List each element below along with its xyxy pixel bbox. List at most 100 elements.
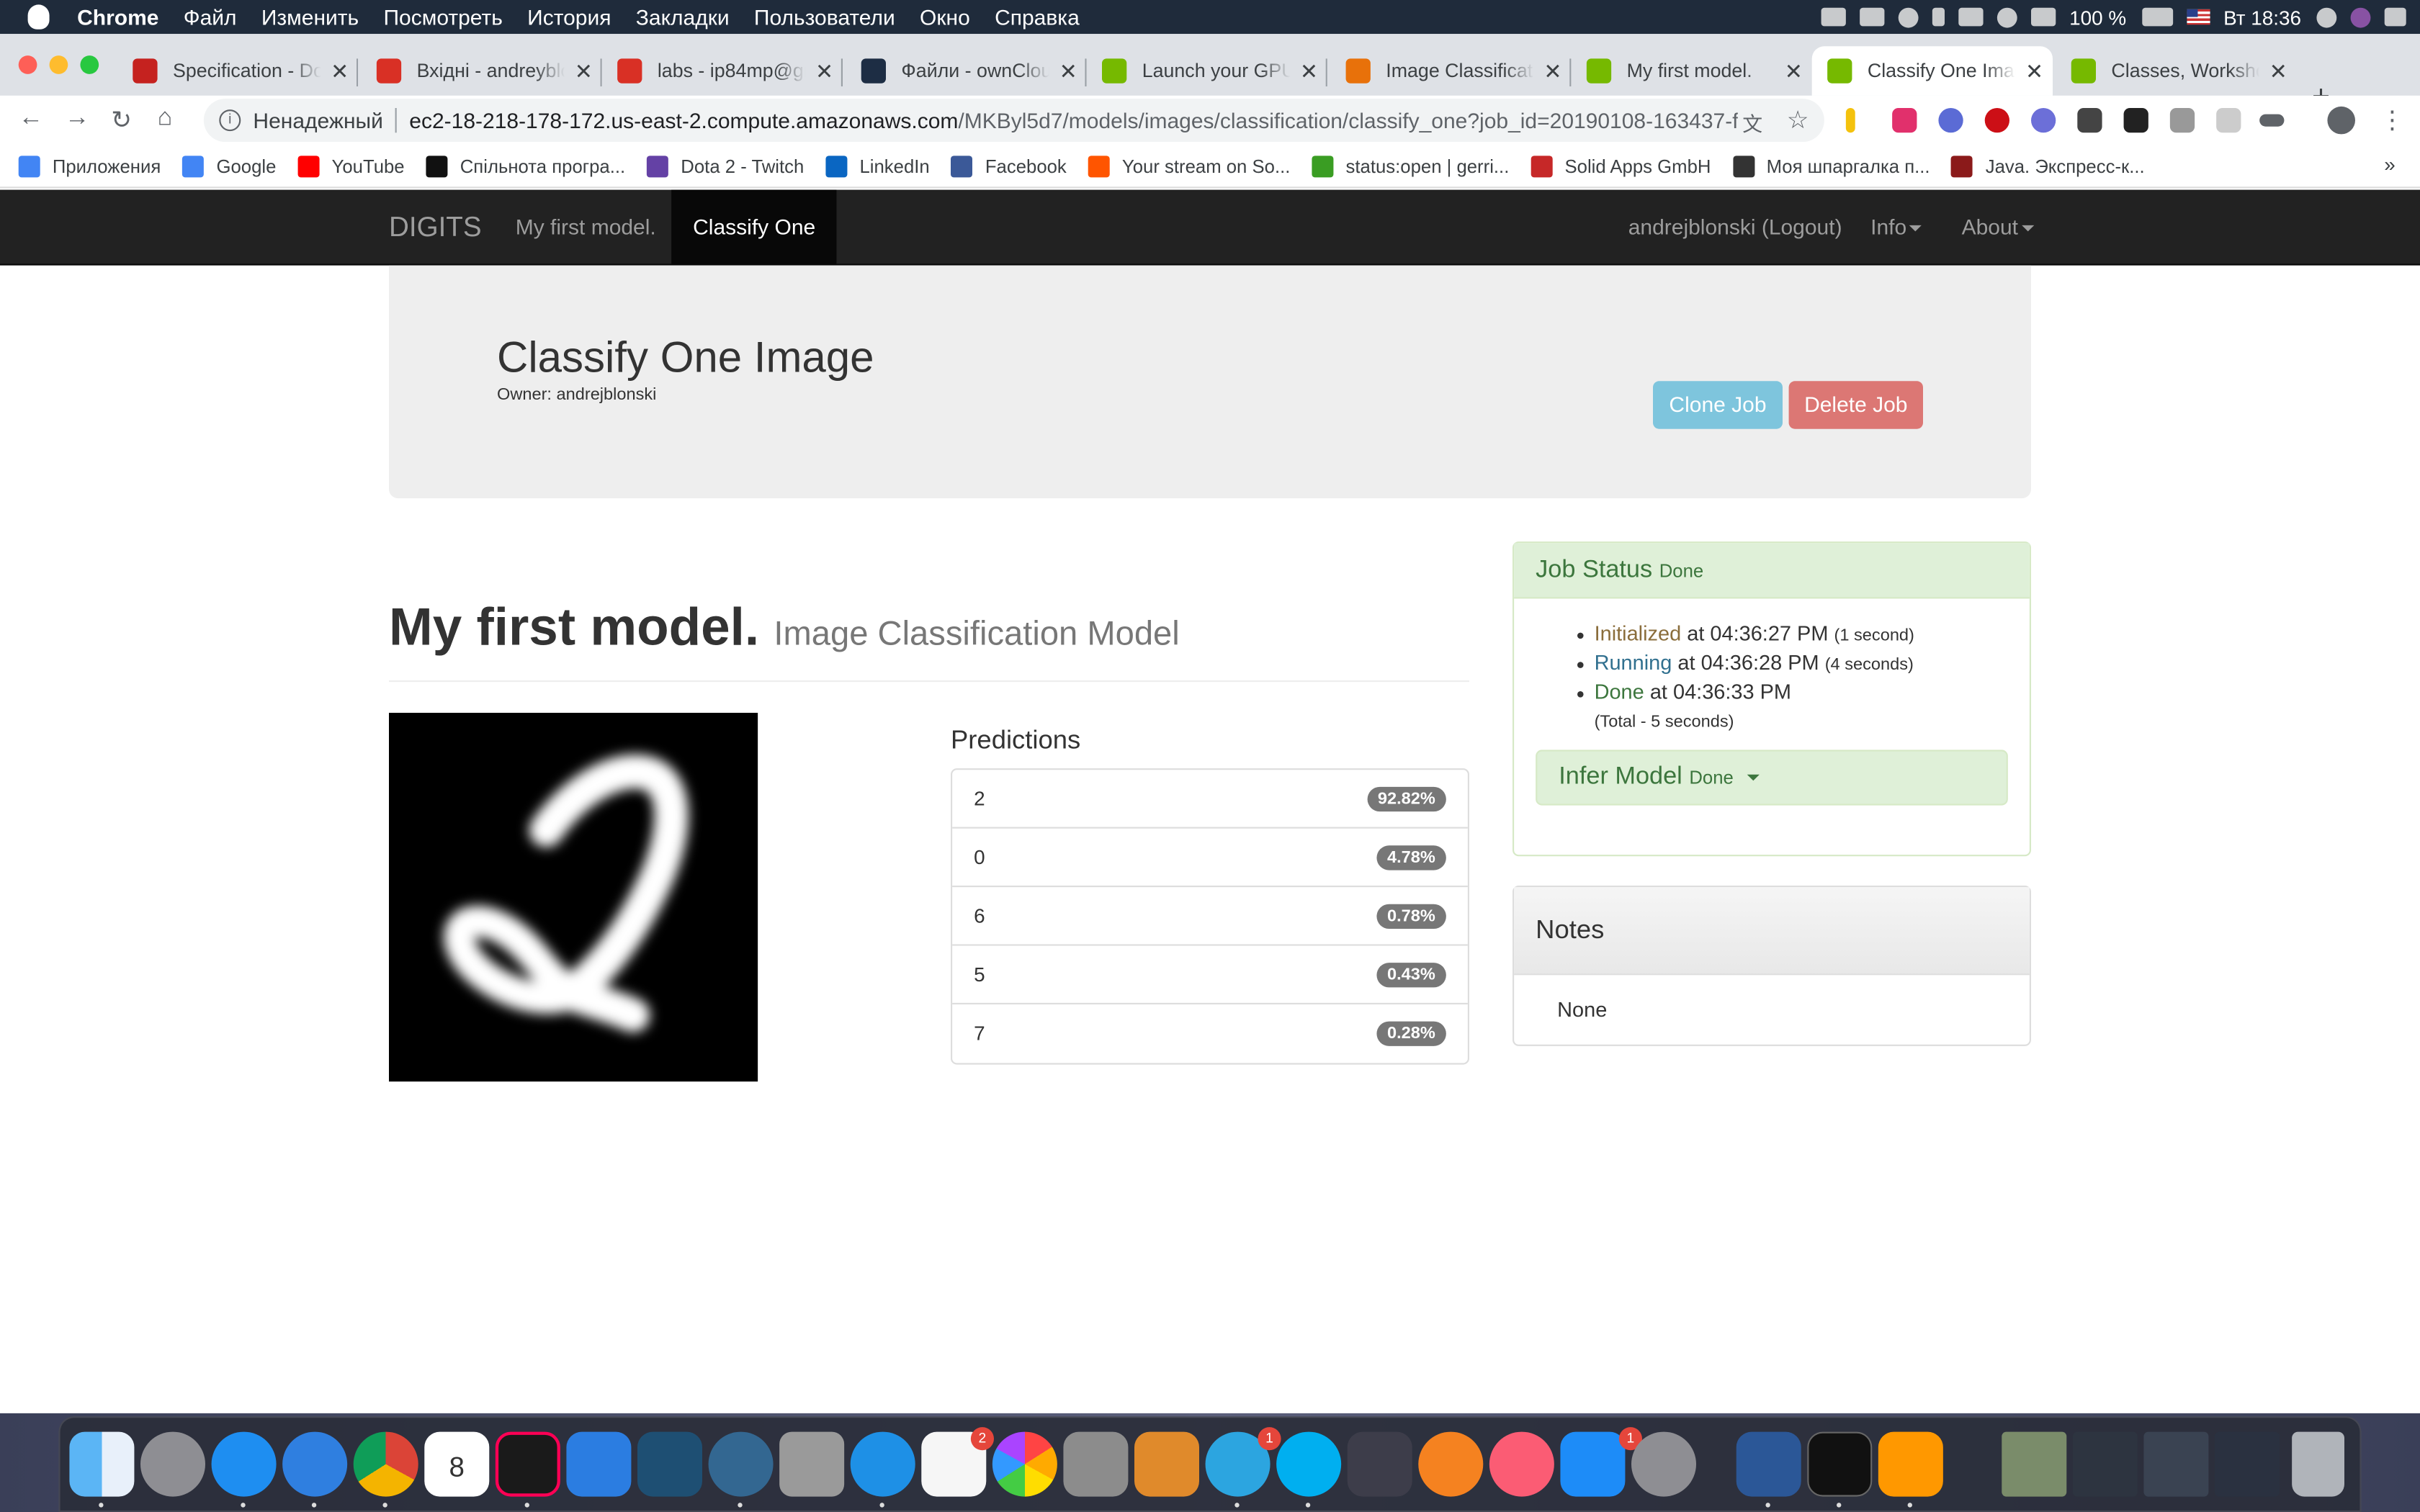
- more-bookmarks-chevron-icon[interactable]: »: [2384, 153, 2396, 176]
- profile-avatar[interactable]: [2327, 106, 2355, 135]
- menu-file[interactable]: Файл: [184, 4, 237, 29]
- bookmark-google[interactable]: Google: [182, 155, 276, 177]
- menu-bookmarks[interactable]: Закладки: [636, 4, 730, 29]
- spotlight-search-icon[interactable]: [2316, 6, 2337, 27]
- address-bar[interactable]: i Ненадежный ec2-18-218-178-172.us-east-…: [203, 99, 1824, 143]
- browser-tab[interactable]: labs - ip84mp@gm ✕: [602, 46, 843, 96]
- opera-extension-icon[interactable]: [1984, 108, 2009, 133]
- security-label[interactable]: Ненадежный: [253, 108, 382, 132]
- menu-history[interactable]: История: [527, 4, 611, 29]
- battery-icon[interactable]: [2141, 7, 2173, 27]
- simplenote-icon[interactable]: [850, 1431, 915, 1497]
- system-preferences-icon[interactable]: [1631, 1431, 1696, 1497]
- bookmark-youtube[interactable]: YouTube: [297, 155, 405, 177]
- extension-icon[interactable]: [2123, 108, 2148, 133]
- bookmark-soundcloud[interactable]: Your stream on So...: [1088, 155, 1290, 177]
- tab-close-icon[interactable]: ✕: [2269, 58, 2287, 83]
- apple-menu-icon[interactable]: [27, 4, 50, 30]
- itunes-icon[interactable]: [1489, 1431, 1554, 1497]
- status-app-icon[interactable]: [1898, 6, 1919, 27]
- database-icon[interactable]: [779, 1431, 845, 1497]
- extension-icon[interactable]: [1845, 108, 1855, 133]
- bookmark-facebook[interactable]: Facebook: [951, 155, 1067, 177]
- extension-icon[interactable]: [2169, 108, 2195, 133]
- bookmark-star-icon[interactable]: ☆: [1787, 105, 1809, 136]
- game-character-icon[interactable]: [1347, 1431, 1412, 1497]
- bookmark-apps[interactable]: Приложения: [18, 155, 161, 177]
- skype-icon[interactable]: [1276, 1431, 1342, 1497]
- extension-icon[interactable]: [1892, 108, 1917, 133]
- ws-client-extension-icon[interactable]: [2077, 108, 2102, 133]
- bookmark-linkedin[interactable]: LinkedIn: [825, 155, 930, 177]
- photos-icon[interactable]: [992, 1431, 1057, 1497]
- chrome-menu-icon[interactable]: ⋮: [2380, 105, 2404, 136]
- menu-view[interactable]: Посмотреть: [383, 4, 502, 29]
- terminal-icon[interactable]: [1807, 1431, 1873, 1497]
- site-info-icon[interactable]: i: [219, 109, 241, 132]
- menu-app-name[interactable]: Chrome: [77, 4, 158, 29]
- bookmark-solid-apps[interactable]: Solid Apps GmbH: [1531, 155, 1711, 177]
- infer-model-dropdown[interactable]: Infer Model Done: [1536, 750, 2008, 806]
- browser-tab[interactable]: Specification - Do ✕: [117, 46, 359, 96]
- finder-icon[interactable]: [69, 1431, 135, 1497]
- input-source-flag-icon[interactable]: [2186, 9, 2210, 25]
- browser-tab[interactable]: Файли - ownCloud ✕: [846, 46, 1087, 96]
- menu-people[interactable]: Пользователи: [754, 4, 895, 29]
- calculator-icon[interactable]: [1063, 1431, 1129, 1497]
- close-window-button[interactable]: [18, 55, 37, 74]
- microsoft-word-icon[interactable]: [1736, 1431, 1801, 1497]
- nav-info-dropdown[interactable]: Info: [1870, 190, 1922, 264]
- tab-close-icon[interactable]: ✕: [1785, 58, 1803, 83]
- sublime-text-icon[interactable]: [1878, 1431, 1943, 1497]
- app-store-icon[interactable]: [1560, 1431, 1626, 1497]
- nav-classify-one-active[interactable]: Classify One: [671, 189, 838, 264]
- browser-tab[interactable]: My first model. ✕: [1571, 46, 1811, 96]
- browser-tab[interactable]: Classes, Worksho ✕: [2056, 46, 2296, 96]
- spark-mail-icon[interactable]: [282, 1431, 348, 1497]
- menu-window[interactable]: Окно: [920, 4, 970, 29]
- tab-close-icon[interactable]: ✕: [2025, 58, 2043, 83]
- tab-close-icon[interactable]: ✕: [1543, 58, 1561, 83]
- translate-icon[interactable]: 文: [1742, 108, 1762, 138]
- brand-link[interactable]: DIGITS: [389, 190, 482, 264]
- zoom-window-button[interactable]: [80, 55, 99, 74]
- reload-icon[interactable]: ↻: [111, 105, 132, 136]
- extension-icon[interactable]: [2031, 108, 2056, 133]
- calendar-icon[interactable]: 8: [424, 1431, 490, 1497]
- safari-icon[interactable]: [211, 1431, 277, 1497]
- chrome-icon[interactable]: [353, 1431, 418, 1497]
- siri-icon[interactable]: [2350, 6, 2371, 27]
- dock-window-thumbnail[interactable]: [2143, 1431, 2209, 1497]
- keynote-icon[interactable]: [1134, 1431, 1199, 1497]
- launchpad-icon[interactable]: [140, 1431, 205, 1497]
- xcode-icon[interactable]: [566, 1431, 632, 1497]
- extension-icon[interactable]: [1938, 108, 1963, 133]
- nav-about-dropdown[interactable]: About: [1962, 190, 2034, 264]
- status-app-icon[interactable]: [1821, 7, 1846, 27]
- bookmark-twitch[interactable]: Dota 2 - Twitch: [647, 155, 804, 177]
- minimize-window-button[interactable]: [49, 55, 68, 74]
- tab-close-icon[interactable]: ✕: [815, 58, 833, 83]
- nav-user-logout[interactable]: andrejblonski (Logout): [1628, 190, 1842, 264]
- status-app-icon[interactable]: [1958, 7, 1984, 27]
- delete-job-button[interactable]: Delete Job: [1788, 381, 1923, 429]
- forward-arrow-icon[interactable]: →: [65, 105, 89, 133]
- clone-job-button[interactable]: Clone Job: [1653, 381, 1783, 429]
- tab-close-icon[interactable]: ✕: [575, 58, 593, 83]
- back-arrow-icon[interactable]: ←: [19, 105, 43, 133]
- wifi-icon[interactable]: [1996, 6, 2017, 27]
- menu-help[interactable]: Справка: [995, 4, 1080, 29]
- dock-window-thumbnail[interactable]: [2215, 1431, 2280, 1497]
- browser-tab-active[interactable]: Classify One Imag ✕: [1811, 46, 2053, 96]
- dock-folder-thumbnail[interactable]: [2002, 1431, 2067, 1497]
- postgresql-icon[interactable]: [708, 1431, 774, 1497]
- dock-window-thumbnail[interactable]: [2072, 1431, 2138, 1497]
- trash-icon[interactable]: [2292, 1431, 2344, 1497]
- bluetooth-icon[interactable]: [1932, 7, 1945, 27]
- mysql-workbench-icon[interactable]: [637, 1431, 702, 1497]
- status-app-icon[interactable]: [1859, 7, 1884, 27]
- flame-app-icon[interactable]: [1418, 1431, 1484, 1497]
- tab-close-icon[interactable]: ✕: [331, 58, 349, 83]
- browser-tab[interactable]: Вхідні - andreyblo ✕: [361, 46, 602, 96]
- extension-icon[interactable]: [2216, 108, 2241, 133]
